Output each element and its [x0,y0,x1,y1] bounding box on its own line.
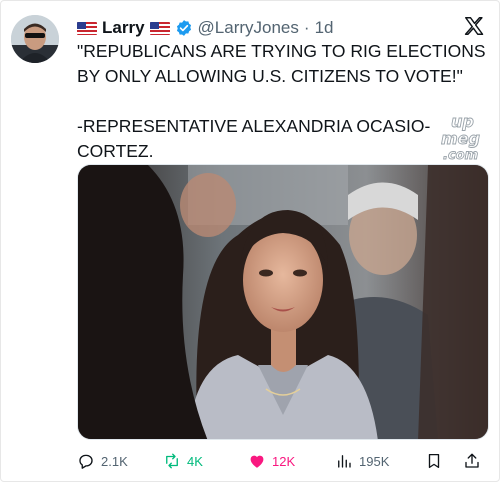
share-icon [465,453,479,468]
timestamp[interactable]: 1d [315,18,334,38]
display-name[interactable]: Larry [102,18,145,38]
us-flag-icon [77,21,97,35]
repost-button[interactable]: 4K [163,450,203,472]
watermark-line3: .com [443,148,478,163]
watermark-line2: meg [441,129,480,148]
avatar[interactable] [11,15,59,63]
view-count: 195K [359,453,390,469]
views-button[interactable]: 195K [335,450,389,472]
repost-count: 4K [187,453,203,469]
views-icon [338,455,351,468]
us-flag-icon [149,21,170,35]
reply-icon [79,454,93,469]
user-handle[interactable]: @LarryJones [198,18,299,38]
like-button[interactable]: 12K [248,450,295,472]
verified-badge-icon [176,20,191,36]
x-logo-icon [464,17,484,35]
tweet-card[interactable]: Larry @LarryJones · 1d "REPUBLICANS ARE … [0,0,500,482]
reply-button[interactable]: 2.1K [77,450,128,472]
reply-count: 2.1K [101,453,128,469]
tweet-text: "REPUBLICANS ARE TRYING TO RIG ELECTIONS… [77,39,487,164]
tweet-actions: 2.1K 4K 12K 195K [77,450,489,472]
bookmark-button[interactable] [425,450,443,472]
bookmark-icon [428,453,440,469]
share-button[interactable] [463,450,481,472]
attribution-text: -REPRESENTATIVE ALEXANDRIA OCASIO-CORTEZ… [77,116,431,161]
quote-text: "REPUBLICANS ARE TRYING TO RIG ELECTIONS… [77,41,486,86]
separator-dot: · [303,18,310,37]
tweet-header: Larry @LarryJones · 1d [77,17,333,39]
repost-icon [166,453,178,469]
watermark-logo: up meg .com [441,112,481,164]
tweet-image[interactable] [77,164,489,440]
heart-icon [250,455,264,468]
like-count: 12K [272,453,296,469]
